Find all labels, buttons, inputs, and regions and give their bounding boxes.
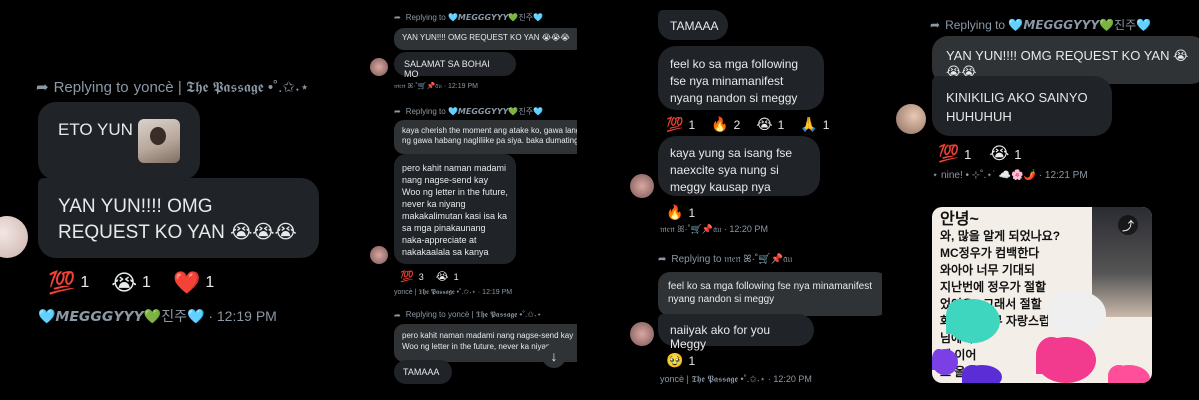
message-text: ETO YUN [58,120,133,139]
pleading-face-icon: 🥹 [666,352,684,368]
message-text: YAN YUN!!!! OMG REQUEST KO YAN 😭😭😭 [58,196,297,243]
crying-face-icon: 😭 [989,144,1010,163]
reply-name: yoncè | 𝕿𝖍𝖊 𝕻𝖆𝖘𝖘𝖆𝖌𝖊 •˚.✩˖⋆ [133,79,310,96]
heart-sticker-icon [946,299,1000,343]
crying-face-icon: 😭 [756,116,773,132]
reply-context: ➦ Replying to 🩵𝙈𝙀𝙂𝙂𝙂𝙔𝙔𝙔💚진주🩵 [394,13,544,22]
reply-context: ➦ Replying to 🩵𝙈𝙀𝙂𝙂𝙂𝙔𝙔𝙔💚진주🩵 [930,17,1152,33]
quoted-message[interactable]: kaya cherish the moment ang atake ko, ga… [394,120,577,154]
avatar[interactable] [630,322,654,346]
crying-face-icon: 😭 [435,271,449,283]
avatar[interactable] [370,246,388,264]
reply-arrow-icon: ➦ [394,107,401,116]
message-bubble[interactable]: ETO YUN [38,102,200,180]
reactions-row[interactable]: 🔥 1 [666,204,695,221]
chat-panel-3: TAMAAA feel ko sa mga following fse nya … [598,0,882,400]
hundred-icon: 💯 [938,144,960,163]
fire-icon: 🔥 [711,116,729,132]
heart-icon: ❤️ [172,270,201,295]
heart-sticker-icon [1108,365,1150,383]
chat-panel-4: ➦ Replying to 🩵𝙈𝙀𝙂𝙂𝙂𝙔𝙔𝙔💚진주🩵 YAN YUN!!!! O… [890,0,1199,400]
reply-context: ➦ Replying to 𝔪𝔢𝔫 ꕤ·˚🛒📌𝔞𝔲 [658,254,793,265]
reactions-row[interactable]: 💯 1 😭 1 ❤️ 1 [48,270,214,296]
avatar[interactable] [0,216,28,258]
reactions-row[interactable]: 🥹 1 [666,352,695,369]
message-bubble[interactable]: kaya yung sa isang fse naexcite sya nung… [658,136,820,196]
message-bubble[interactable]: YAN YUN!!!! OMG REQUEST KO YAN 😭😭😭 [38,178,319,258]
avatar[interactable] [896,104,926,134]
quoted-message[interactable]: feel ko sa mga following fse nya minaman… [658,272,882,316]
hundred-icon: 💯 [666,116,684,132]
hundred-icon: 💯 [400,271,414,283]
scroll-down-icon[interactable]: ↓ [542,344,566,368]
heart-sticker-icon [962,365,1002,383]
quoted-message[interactable]: YAN YUN!!!! OMG REQUEST KO YAN 😭😭😭 [394,28,577,50]
message-meta: yoncè | 𝕿𝖍𝖊 𝕻𝖆𝖘𝖘𝖆𝖌𝖊 •˚.✩˖⋆ · 12:19 PM [394,289,513,296]
reply-context: ➦ Replying to yoncè | 𝕿𝖍𝖊 𝕻𝖆𝖘𝖘𝖆𝖌𝖊 •˚.✩˖⋆ [36,78,310,97]
reply-prefix: Replying to [53,78,129,96]
heart-sticker-icon [1048,291,1106,337]
heart-sticker-icon [932,349,958,375]
reply-context: ➦ Replying to yoncè | 𝕿𝖍𝖊 𝕻𝖆𝖘𝖘𝖆𝖌𝖊 •˚.✩˖⋆ [394,310,542,320]
reply-arrow-icon: ➦ [36,79,49,96]
reaction: ❤️ 1 [172,270,215,295]
chat-panel-2: ➦ Replying to 🩵𝙈𝙀𝙂𝙂𝙂𝙔𝙔𝙔💚진주🩵 YAN YUN!!!! O… [360,0,577,400]
chat-panel-1: ➦ Replying to yoncè | 𝕿𝖍𝖊 𝕻𝖆𝖘𝖘𝖆𝖌𝖊 •˚.✩˖⋆… [0,0,360,400]
message-meta: 🩵𝙈𝙀𝙂𝙂𝙂𝙔𝙔𝙔💚진주🩵 · 12:19 PM [38,308,277,324]
reply-arrow-icon: ➦ [658,254,667,265]
reaction: 💯 1 [48,270,90,295]
reply-arrow-icon: ➦ [394,310,401,320]
avatar[interactable] [370,58,388,76]
fire-icon: 🔥 [666,204,684,220]
message-meta: yoncè | 𝕿𝖍𝖊 𝕻𝖆𝖘𝖘𝖆𝖌𝖊 •˚.✩˖⋆ · 12:20 PM [660,374,812,384]
reply-arrow-icon: ➦ [930,17,941,32]
message-meta: 𝔪𝔢𝔫 ꕤ·˚🛒📌𝔞𝔲 · 12:20 PM [660,224,768,234]
message-bubble[interactable]: KINIKILIG AKO SAINYO HUHUHUH [932,76,1112,136]
attached-image[interactable] [138,119,180,163]
share-icon[interactable]: ⤴ [1118,215,1138,235]
reactions-row[interactable]: 💯 3 😭 1 [400,270,459,283]
reaction: 😭 1 [111,270,151,295]
reply-context: ➦ Replying to 🩵𝙈𝙀𝙂𝙂𝙂𝙔𝙔𝙔💚진주🩵 [394,107,544,116]
message-bubble[interactable]: naiiyak ako for you Meggy [658,314,814,351]
timestamp: 12:19 PM [216,308,277,324]
message-bubble[interactable]: pero kahit naman madami nang nagse-send … [394,154,516,264]
message-bubble[interactable]: feel ko sa mga following fse nya minaman… [658,46,824,110]
message-meta: ⋆ nine! • ⊹˚.⋆˙ ☁️🌸🌶️ · 12:21 PM [932,170,1088,181]
sender-name: 🩵𝙈𝙀𝙂𝙂𝙂𝙔𝙔𝙔💚진주🩵 [38,308,205,324]
hundred-icon: 💯 [48,270,76,295]
avatar[interactable] [630,174,654,198]
reactions-row[interactable]: 💯 1 🔥 2 😭 1 🙏 1 [666,116,829,133]
attached-photo[interactable]: 안녕~ 와, 많을 알게 되었나요? MC정우가 컴백한다 와아아 너무 기대되… [932,207,1152,383]
message-bubble[interactable]: TAMAAA [394,360,452,384]
heart-sticker-icon [1036,337,1096,383]
reply-arrow-icon: ➦ [394,13,401,22]
message-bubble[interactable]: TAMAAA [658,10,728,40]
message-meta: 𝔪𝔢𝔫 ꕤ·˚🛒📌𝔞𝔲 · 12:19 PM [394,83,478,90]
crying-face-icon: 😭 [111,270,138,295]
pray-icon: 🙏 [800,116,818,132]
reactions-row[interactable]: 💯 1 😭 1 [938,144,1022,164]
message-bubble[interactable]: SALAMAT SA BOHAI MO [394,52,516,79]
